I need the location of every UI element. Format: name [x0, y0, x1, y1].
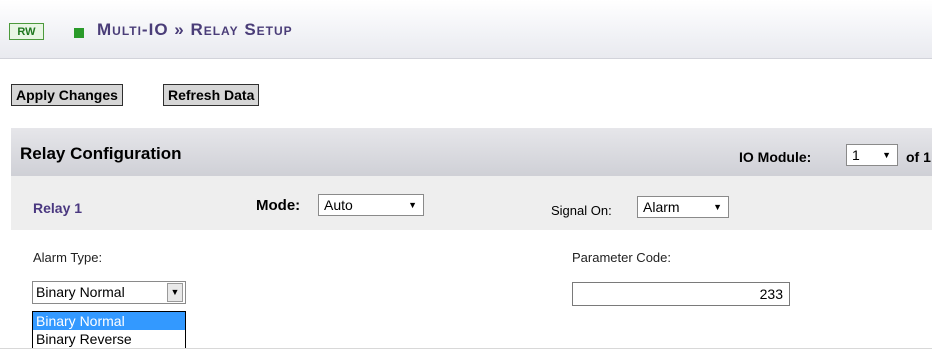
- rw-badge: RW: [9, 23, 44, 40]
- chevron-down-icon: ▼: [882, 150, 891, 160]
- chevron-down-icon[interactable]: ▼: [167, 283, 183, 302]
- io-module-value: 1: [852, 147, 860, 163]
- chevron-down-icon: ▼: [408, 200, 417, 210]
- alarm-option-binary-normal[interactable]: Binary Normal: [33, 312, 185, 330]
- relay-name: Relay 1: [33, 200, 83, 216]
- chevron-down-icon: ▼: [713, 202, 722, 212]
- mode-label: Mode:: [256, 197, 301, 214]
- io-module-of-label: of 1: [906, 149, 931, 165]
- alarm-type-select[interactable]: Binary Normal ▼: [32, 281, 186, 304]
- parameter-code-input[interactable]: 233: [572, 282, 790, 306]
- relay-row: [11, 176, 932, 230]
- alarm-type-dropdown: Binary Normal Binary Reverse: [32, 311, 186, 349]
- mode-select[interactable]: Auto ▼: [318, 194, 424, 216]
- signal-on-value: Alarm: [643, 199, 680, 215]
- signal-on-select[interactable]: Alarm ▼: [637, 196, 729, 218]
- page-title: Multi-IO » Relay Setup: [97, 20, 293, 39]
- parameter-code-label: Parameter Code:: [572, 250, 671, 265]
- signal-on-label: Signal On:: [551, 203, 612, 218]
- alarm-type-value: Binary Normal: [36, 284, 125, 300]
- io-module-select[interactable]: 1 ▼: [846, 144, 898, 166]
- io-module-label: IO Module:: [739, 149, 812, 165]
- mode-value: Auto: [324, 197, 353, 213]
- status-square-icon: [74, 28, 84, 38]
- alarm-option-binary-reverse[interactable]: Binary Reverse: [33, 330, 185, 348]
- refresh-data-button[interactable]: Refresh Data: [163, 84, 260, 106]
- panel-title: Relay Configuration: [20, 144, 182, 163]
- alarm-type-label: Alarm Type:: [33, 250, 103, 265]
- apply-changes-button[interactable]: Apply Changes: [11, 84, 123, 106]
